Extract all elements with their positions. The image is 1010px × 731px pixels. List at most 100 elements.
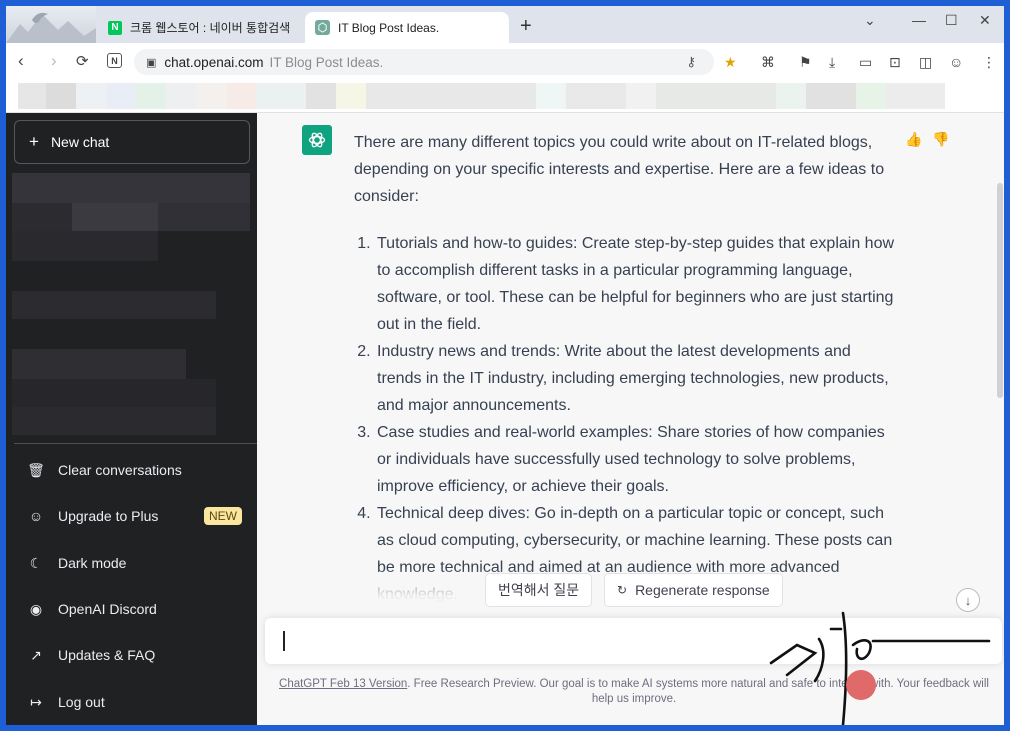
text-caret bbox=[283, 631, 285, 651]
seal-stamp-icon bbox=[846, 670, 876, 700]
clear-conversations-button[interactable]: 🗑 Clear conversations bbox=[14, 450, 250, 490]
bookmark-item[interactable] bbox=[856, 83, 886, 109]
sidebar-divider bbox=[14, 443, 257, 444]
url-page-title: IT Blog Post Ideas. bbox=[269, 54, 384, 70]
plus-icon: + bbox=[29, 132, 39, 151]
trash-icon: 🗑 bbox=[27, 461, 45, 478]
new-badge: NEW bbox=[204, 507, 242, 525]
new-chat-label: New chat bbox=[50, 134, 110, 150]
conversation-item-blurred[interactable] bbox=[72, 203, 158, 231]
list-item: Case studies and real-world examples: Sh… bbox=[375, 419, 899, 500]
signature-watermark bbox=[769, 611, 991, 725]
minimize-button[interactable]: — bbox=[912, 12, 926, 28]
bookmark-item[interactable] bbox=[536, 83, 566, 109]
bookmark-item[interactable] bbox=[806, 83, 856, 109]
bookmark-item[interactable] bbox=[776, 83, 806, 109]
bookmark-star-icon[interactable]: ★ bbox=[724, 54, 737, 71]
bookmark-item[interactable] bbox=[166, 83, 196, 109]
idea-list: Tutorials and how-to guides: Create step… bbox=[354, 230, 899, 608]
conversation-item-blurred[interactable] bbox=[12, 349, 186, 379]
sidebar-item-label: Dark mode bbox=[58, 555, 127, 571]
theme-artwork bbox=[6, 6, 96, 43]
naver-extension-icon[interactable]: N bbox=[107, 53, 122, 68]
forward-icon[interactable]: › bbox=[51, 51, 57, 71]
bookmark-item[interactable] bbox=[136, 83, 166, 109]
conversation-item-blurred[interactable] bbox=[12, 407, 216, 435]
translate-flag-icon[interactable]: ⚑ bbox=[799, 54, 812, 71]
sidebar-item-label: Updates & FAQ bbox=[58, 647, 156, 663]
bookmark-item[interactable] bbox=[106, 83, 136, 109]
sidebar: + New chat 🗑 Clear conversations ☺ Upgra… bbox=[6, 113, 257, 725]
chat-main: There are many different topics you coul… bbox=[257, 113, 1004, 725]
upgrade-to-plus-button[interactable]: ☺ Upgrade to Plus NEW bbox=[14, 496, 250, 536]
tab-search-icon[interactable]: ⌄ bbox=[864, 12, 876, 29]
bookmarks-bar bbox=[6, 81, 1004, 113]
bookmark-item[interactable] bbox=[656, 83, 776, 109]
side-panel-icon[interactable]: ◫ bbox=[919, 54, 932, 71]
list-item: Industry news and trends: Write about th… bbox=[375, 338, 899, 419]
new-chat-button[interactable]: + New chat bbox=[14, 120, 250, 164]
tab-title: 크롬 웹스토어 : 네이버 통합검색 bbox=[130, 21, 291, 35]
thumbs-down-icon[interactable]: 👎 bbox=[932, 131, 949, 148]
moon-icon: ☾ bbox=[29, 554, 43, 571]
download-icon[interactable]: ⤓ bbox=[829, 54, 835, 71]
assistant-message: There are many different topics you coul… bbox=[354, 129, 899, 608]
bookmark-item[interactable] bbox=[366, 83, 536, 109]
translate-ask-button[interactable]: 번역해서 질문 bbox=[485, 573, 593, 607]
bookmark-item[interactable] bbox=[18, 83, 46, 109]
extension-puzzle-icon[interactable]: ⌘ bbox=[761, 54, 775, 71]
sidebar-item-label: Clear conversations bbox=[58, 462, 182, 478]
log-out-button[interactable]: ↦ Log out bbox=[14, 682, 250, 722]
scrollbar[interactable] bbox=[997, 183, 1003, 398]
tab-naver-search[interactable]: N 크롬 웹스토어 : 네이버 통합검색 bbox=[100, 12, 304, 43]
bookmark-item[interactable] bbox=[76, 83, 106, 109]
conversation-item-blurred[interactable] bbox=[12, 173, 250, 203]
menu-kebab-icon[interactable]: ⋮ bbox=[982, 54, 996, 71]
bookmark-item[interactable] bbox=[256, 83, 306, 109]
regenerate-icon: ↻ bbox=[617, 583, 628, 597]
bookmark-item[interactable] bbox=[626, 83, 656, 109]
dark-mode-button[interactable]: ☾ Dark mode bbox=[14, 543, 250, 583]
regenerate-response-button[interactable]: ↻ Regenerate response bbox=[604, 573, 783, 607]
tab-strip: N 크롬 웹스토어 : 네이버 통합검색 IT Blog Post Ideas.… bbox=[6, 6, 1004, 43]
address-bar[interactable]: ▣ chat.openai.com IT Blog Post Ideas. ⚷ bbox=[134, 49, 714, 75]
reload-icon[interactable]: ⟳ bbox=[76, 52, 89, 70]
conversation-item-blurred[interactable] bbox=[12, 231, 158, 261]
discord-icon: ◉ bbox=[29, 600, 43, 617]
openai-discord-link[interactable]: ◉ OpenAI Discord bbox=[14, 589, 250, 629]
key-icon[interactable]: ⚷ bbox=[686, 54, 696, 70]
bookmark-item[interactable] bbox=[566, 83, 626, 109]
bookmark-item[interactable] bbox=[196, 83, 226, 109]
bookmark-item[interactable] bbox=[226, 83, 256, 109]
conversation-item-blurred[interactable] bbox=[12, 203, 72, 231]
new-tab-button[interactable]: + bbox=[520, 16, 532, 36]
chatgpt-avatar-icon bbox=[302, 125, 332, 155]
sidebar-item-label: Log out bbox=[58, 694, 105, 710]
bookmark-item[interactable] bbox=[886, 83, 945, 109]
tab-it-blog-post-ideas[interactable]: IT Blog Post Ideas. bbox=[305, 12, 509, 43]
message-intro: There are many different topics you coul… bbox=[354, 134, 885, 205]
thumbs-up-icon[interactable]: 👍 bbox=[905, 131, 922, 148]
lock-icon: ▣ bbox=[146, 56, 157, 69]
logout-icon: ↦ bbox=[30, 693, 42, 710]
screenshot-icon[interactable]: ⊡ bbox=[889, 54, 901, 71]
back-icon[interactable]: ‹ bbox=[18, 51, 24, 71]
version-link[interactable]: ChatGPT Feb 13 Version bbox=[279, 678, 407, 690]
conversation-item-blurred[interactable] bbox=[12, 291, 216, 319]
profile-icon[interactable]: ☺ bbox=[949, 54, 963, 70]
list-item: Tutorials and how-to guides: Create step… bbox=[375, 230, 899, 338]
sidebar-item-label: OpenAI Discord bbox=[58, 601, 157, 617]
maximize-button[interactable]: ☐ bbox=[945, 12, 958, 29]
bookmark-item[interactable] bbox=[336, 83, 366, 109]
tab-title: IT Blog Post Ideas. bbox=[338, 20, 440, 35]
sidebar-item-label: Upgrade to Plus bbox=[58, 508, 159, 524]
close-window-button[interactable]: ✕ bbox=[979, 12, 991, 29]
cast-icon[interactable]: ▭ bbox=[859, 54, 872, 71]
updates-faq-link[interactable]: ↗ Updates & FAQ bbox=[14, 635, 250, 675]
browser-window: N 크롬 웹스토어 : 네이버 통합검색 IT Blog Post Ideas.… bbox=[6, 6, 1004, 725]
conversation-item-blurred[interactable] bbox=[12, 379, 216, 407]
conversation-item-blurred[interactable] bbox=[158, 203, 250, 231]
url-host: chat.openai.com bbox=[164, 54, 264, 70]
bookmark-item[interactable] bbox=[46, 83, 76, 109]
bookmark-item[interactable] bbox=[306, 83, 336, 109]
